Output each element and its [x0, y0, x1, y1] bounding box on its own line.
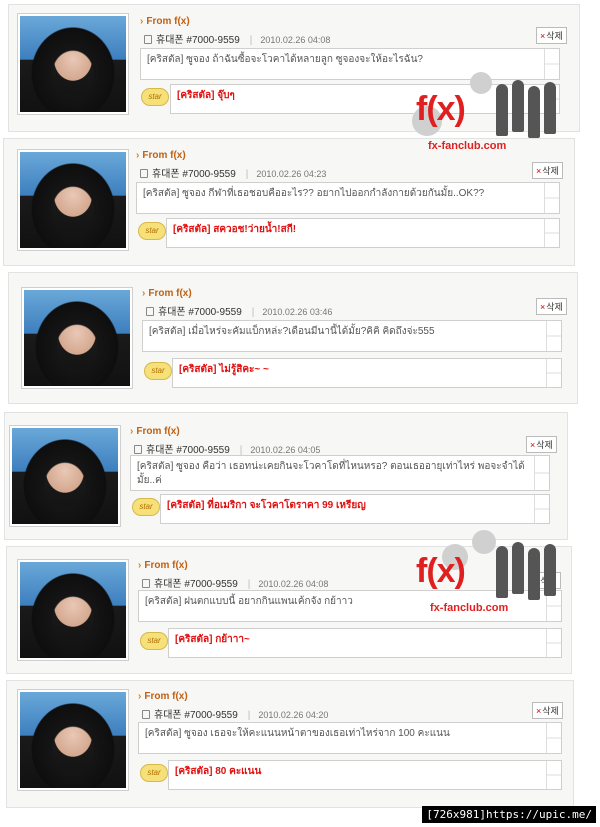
delete-button[interactable]: ×삭제: [536, 27, 567, 44]
arrow-icon: ›: [138, 691, 142, 702]
message-box: [คริสตัล] ซูจอง เธอจะให้คะแนนหน้าตาของเธ…: [138, 722, 562, 754]
silhouette-icon: [528, 86, 540, 138]
arrow-icon: ›: [140, 16, 144, 27]
reply-box: [คริสตัล] กย้าาา~: [168, 628, 562, 658]
message-box: [คริสตัล] ซูจอง กีฬาที่เธอชอบคืออะไร?? อ…: [136, 182, 560, 214]
lock-icon: [134, 445, 142, 454]
star-badge-icon: star: [144, 362, 172, 380]
reply-box: [คริสตัล] ไม่รู้สิคะ~ ~: [172, 358, 562, 388]
watermark-dot-icon: [470, 72, 492, 94]
watermark: f(x) fx-fanclub.com: [412, 72, 564, 158]
post-meta: 휴대폰 #7000-9559 | 2010.02.26 04:23: [140, 165, 326, 180]
profile-photo: [21, 287, 133, 389]
star-badge-icon: star: [140, 632, 168, 650]
scrollbar[interactable]: [544, 219, 559, 247]
watermark-dot-icon: [472, 530, 496, 554]
silhouette-icon: [544, 544, 556, 596]
watermark: f(x) fx-fanclub.com: [412, 530, 564, 618]
scrollbar[interactable]: [546, 359, 561, 387]
scrollbar[interactable]: [534, 456, 549, 490]
profile-photo: [17, 149, 129, 251]
scrollbar[interactable]: [534, 495, 549, 523]
watermark-site: fx-fanclub.com: [430, 602, 509, 614]
silhouette-icon: [544, 82, 556, 134]
delete-button[interactable]: ×삭제: [536, 298, 567, 315]
scrollbar[interactable]: [546, 321, 561, 351]
arrow-icon: ›: [136, 150, 140, 161]
post-meta: 휴대폰 #7000-9559 | 2010.02.26 04:20: [142, 706, 328, 721]
post-from: › From f(x): [142, 288, 192, 299]
image-host-footer: [726x981]https://upic.me/: [422, 806, 596, 823]
message-box: [คริสตัล] เมื่อไหร่จะคัมแบ็กหล่ะ?เดือนมี…: [142, 320, 562, 352]
profile-photo: [9, 425, 121, 527]
reply-box: [คริสตัล] ที่อเมริกา จะโวคาโดราคา 99 เหร…: [160, 494, 550, 524]
arrow-icon: ›: [130, 426, 134, 437]
arrow-icon: ›: [138, 560, 142, 571]
star-badge-icon: star: [141, 88, 169, 106]
post-meta: 휴대폰 #7000-9559 | 2010.02.26 03:46: [146, 303, 332, 318]
lock-icon: [146, 307, 154, 316]
lock-icon: [140, 169, 148, 178]
star-badge-icon: star: [138, 222, 166, 240]
post-from: › From f(x): [138, 691, 188, 702]
post-from: › From f(x): [140, 16, 190, 27]
silhouette-icon: [512, 542, 524, 594]
scrollbar[interactable]: [544, 49, 559, 79]
arrow-icon: ›: [142, 288, 146, 299]
profile-photo: [17, 559, 129, 661]
lock-icon: [142, 579, 150, 588]
scrollbar[interactable]: [544, 183, 559, 213]
scrollbar[interactable]: [546, 723, 561, 753]
post-from: › From f(x): [130, 426, 180, 437]
scrollbar[interactable]: [546, 629, 561, 657]
star-badge-icon: star: [132, 498, 160, 516]
reply-box: [คริสตัล] 80 คะแนน: [168, 760, 562, 790]
profile-photo: [17, 689, 129, 791]
star-badge-icon: star: [140, 764, 168, 782]
silhouette-icon: [496, 84, 508, 136]
delete-button[interactable]: ×삭제: [532, 702, 563, 719]
lock-icon: [144, 35, 152, 44]
delete-button[interactable]: ×삭제: [526, 436, 557, 453]
post-meta: 휴대폰 #7000-9559 | 2010.02.26 04:05: [134, 441, 320, 456]
silhouette-icon: [528, 548, 540, 600]
post-from: › From f(x): [138, 560, 188, 571]
reply-box: [คริสตัล] สควอช!ว่ายน้ำ!สกี!: [166, 218, 560, 248]
post-from: › From f(x): [136, 150, 186, 161]
post-meta: 휴대폰 #7000-9559 | 2010.02.26 04:08: [142, 575, 328, 590]
silhouette-icon: [496, 546, 508, 598]
message-box: [คริสตัล] ซูจอง คือว่า เธอทน่ะเคยกินจะโว…: [130, 455, 550, 491]
watermark-logo: f(x): [416, 90, 466, 128]
watermark-logo: f(x): [416, 552, 466, 590]
post-meta: 휴대폰 #7000-9559 | 2010.02.26 04:08: [144, 31, 330, 46]
lock-icon: [142, 710, 150, 719]
delete-button[interactable]: ×삭제: [532, 162, 563, 179]
profile-photo: [17, 13, 129, 115]
silhouette-icon: [512, 80, 524, 132]
scrollbar[interactable]: [546, 761, 561, 789]
watermark-site: fx-fanclub.com: [428, 140, 507, 152]
